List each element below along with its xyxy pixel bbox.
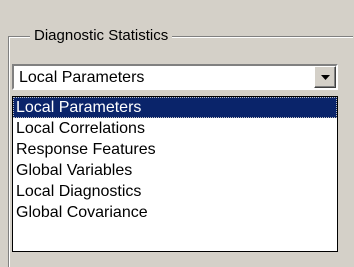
list-item-local-parameters[interactable]: Local Parameters — [13, 97, 337, 118]
list-item-local-correlations[interactable]: Local Correlations — [13, 118, 337, 139]
list-item-global-variables[interactable]: Global Variables — [13, 160, 337, 181]
combobox-selected-value: Local Parameters — [19, 69, 145, 86]
groupbox-title: Diagnostic Statistics — [30, 27, 173, 45]
dropdown-button[interactable] — [314, 66, 336, 88]
dropdown-list[interactable]: Local Parameters Local Correlations Resp… — [12, 96, 338, 252]
dropdown-arrow-icon — [320, 74, 330, 80]
list-item-local-diagnostics[interactable]: Local Diagnostics — [13, 181, 337, 202]
list-item-response-features[interactable]: Response Features — [13, 139, 337, 160]
list-item-global-covariance[interactable]: Global Covariance — [13, 202, 337, 223]
diagnostic-statistics-combobox[interactable]: Local Parameters — [12, 64, 338, 90]
